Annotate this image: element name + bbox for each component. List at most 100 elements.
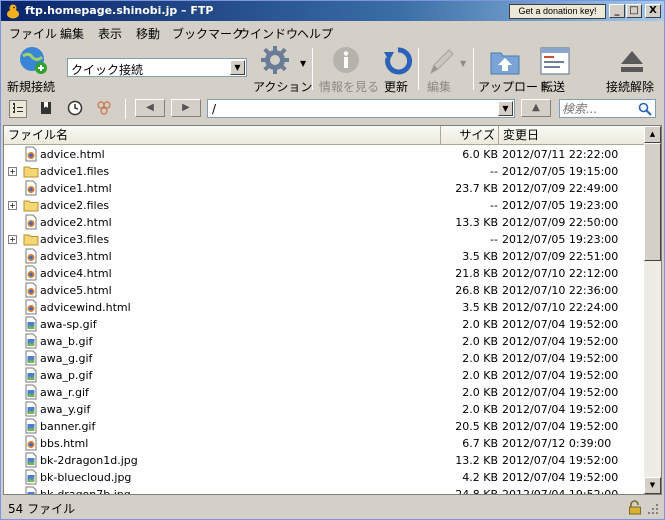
disconnect-button[interactable]: 接続解除 [605,42,659,96]
scroll-thumb[interactable] [644,143,661,261]
quick-connect-select[interactable]: クイック接続 ▼ [67,58,247,77]
globe-plus-icon [20,47,47,74]
new-connection-button[interactable]: 新規接続 [5,42,59,96]
expand-toggle-icon[interactable]: + [8,201,17,210]
menu-file[interactable]: ファイル [9,25,57,42]
folder-icon [23,166,39,178]
maximize-button[interactable]: □ [626,4,642,18]
forward-button[interactable]: ▶ [171,99,201,117]
donation-key-button[interactable]: Get a donation key! [509,4,606,19]
info-button[interactable]: 情報を見る [317,42,379,96]
resize-grip-icon[interactable] [647,503,659,515]
transfer-window-icon [540,47,570,75]
menu-bookmark[interactable]: ブックマーク [172,25,244,42]
file-row[interactable]: + advice3.files -- 2012/07/05 19:23:00 [4,231,645,248]
vertical-scrollbar[interactable]: ▲ ▼ [644,126,661,494]
menu-help[interactable]: ヘルプ [297,25,333,42]
file-row[interactable]: advice.html 6.0 KB 2012/07/11 22:22:00 [4,146,645,163]
file-size: 2.0 KB [462,386,498,399]
file-modified: 2012/07/09 22:49:00 [502,182,619,195]
file-name: advice2.files [40,199,110,212]
search-icon[interactable] [638,102,652,116]
file-modified: 2012/07/12 0:39:00 [502,437,612,450]
file-name: awa_g.gif [40,352,93,365]
chevron-down-icon[interactable]: ▼ [230,60,245,75]
action-button[interactable]: ▼ アクション [253,42,313,96]
html-file-icon [25,214,37,230]
file-row[interactable]: awa-sp.gif 2.0 KB 2012/07/04 19:52:00 [4,316,645,333]
file-row[interactable]: advice2.html 13.3 KB 2012/07/09 22:50:00 [4,214,645,231]
bookmark-icon[interactable] [38,100,56,118]
scroll-up-button[interactable]: ▲ [644,126,661,143]
file-row[interactable]: advice3.html 3.5 KB 2012/07/09 22:51:00 [4,248,645,265]
file-row[interactable]: advice5.html 26.8 KB 2012/07/10 22:36:00 [4,282,645,299]
column-header-modified[interactable]: 変更日 [499,126,645,145]
folder-icon [23,200,39,212]
file-row[interactable]: bk-dragon7b.jpg 24.8 KB 2012/07/04 19:52:0… [4,486,645,494]
edit-button[interactable]: ▼ 編集 [423,42,471,96]
toolbar-separator [418,48,419,90]
file-row[interactable]: awa_y.gif 2.0 KB 2012/07/04 19:52:00 [4,401,645,418]
file-size: 13.3 KB [455,216,498,229]
file-row[interactable]: advicewind.html 3.5 KB 2012/07/10 22:24:00 [4,299,645,316]
file-size: -- [490,199,498,212]
file-row[interactable]: + advice1.files -- 2012/07/05 19:15:00 [4,163,645,180]
column-header-name[interactable]: ファイル名 [4,126,441,145]
lock-icon [629,500,641,515]
chevron-down-icon[interactable]: ▼ [498,101,513,116]
file-row[interactable]: banner.gif 20.5 KB 2012/07/04 19:52:00 [4,418,645,435]
column-header-row: ファイル名 サイズ 変更日 [4,126,645,145]
file-row[interactable]: awa_b.gif 2.0 KB 2012/07/04 19:52:00 [4,333,645,350]
file-modified: 2012/07/05 19:23:00 [502,233,619,246]
eject-icon [621,51,643,72]
main-toolbar: 新規接続 クイック接続 ▼ ▼ アクション 情報を見る 更新 ▼ 編集 アップロ… [1,42,664,96]
file-row[interactable]: bk-bluecloud.jpg 4.2 KB 2012/07/04 19:52:0… [4,469,645,486]
menu-go[interactable]: 移動 [136,25,160,42]
menu-bar: ファイル 編集 表示 移動 ブックマーク ウインドウ ヘルプ [1,21,664,42]
file-row[interactable]: awa_g.gif 2.0 KB 2012/07/04 19:52:00 [4,350,645,367]
file-modified: 2012/07/09 22:51:00 [502,250,619,263]
tree-view-icon[interactable] [9,100,27,118]
file-size: 13.2 KB [455,454,498,467]
search-box[interactable] [559,99,656,118]
file-row[interactable]: awa_p.gif 2.0 KB 2012/07/04 19:52:00 [4,367,645,384]
file-size: 2.0 KB [462,318,498,331]
back-button[interactable]: ◀ [135,99,165,117]
folder-icon [23,234,39,246]
file-row[interactable]: + advice2.files -- 2012/07/05 19:23:00 [4,197,645,214]
file-modified: 2012/07/04 19:52:00 [502,369,619,382]
parent-directory-button[interactable]: ▲ [521,99,551,117]
gear-icon [261,46,289,74]
menu-edit[interactable]: 編集 [60,25,84,42]
file-name: awa-sp.gif [40,318,97,331]
transfer-button[interactable]: 転送 [539,42,573,96]
menu-window[interactable]: ウインドウ [238,25,298,42]
menu-view[interactable]: 表示 [98,25,122,42]
title-bar[interactable]: ftp.homepage.shinobi.jp – FTP Get a dona… [1,1,664,21]
action-label: アクション [253,80,313,94]
file-row[interactable]: advice1.html 23.7 KB 2012/07/09 22:49:00 [4,180,645,197]
file-name: awa_r.gif [40,386,89,399]
path-select[interactable]: / ▼ [207,99,515,118]
file-modified: 2012/07/04 19:52:00 [502,318,619,331]
search-input[interactable] [562,101,638,116]
upload-button[interactable]: アップロード [477,42,550,96]
status-file-count: 54 ファイル [8,502,76,516]
expand-toggle-icon[interactable]: + [8,235,17,244]
file-row[interactable]: awa_r.gif 2.0 KB 2012/07/04 19:52:00 [4,384,645,401]
image-file-icon [25,384,37,400]
file-size: 2.0 KB [462,352,498,365]
minimize-button[interactable]: _ [609,4,625,18]
bonjour-icon[interactable] [96,100,114,118]
refresh-button[interactable]: 更新 [381,42,415,96]
file-row[interactable]: bbs.html 6.7 KB 2012/07/12 0:39:00 [4,435,645,452]
file-row[interactable]: advice4.html 21.8 KB 2012/07/10 22:12:00 [4,265,645,282]
expand-toggle-icon[interactable]: + [8,167,17,176]
file-name: banner.gif [40,420,96,433]
close-button[interactable]: X [645,4,661,18]
scroll-down-button[interactable]: ▼ [644,477,661,494]
column-header-size[interactable]: サイズ [441,126,499,145]
file-row[interactable]: bk-2dragon1d.jpg 13.2 KB 2012/07/04 19:52:… [4,452,645,469]
history-clock-icon[interactable] [67,100,85,118]
file-name: awa_b.gif [40,335,93,348]
